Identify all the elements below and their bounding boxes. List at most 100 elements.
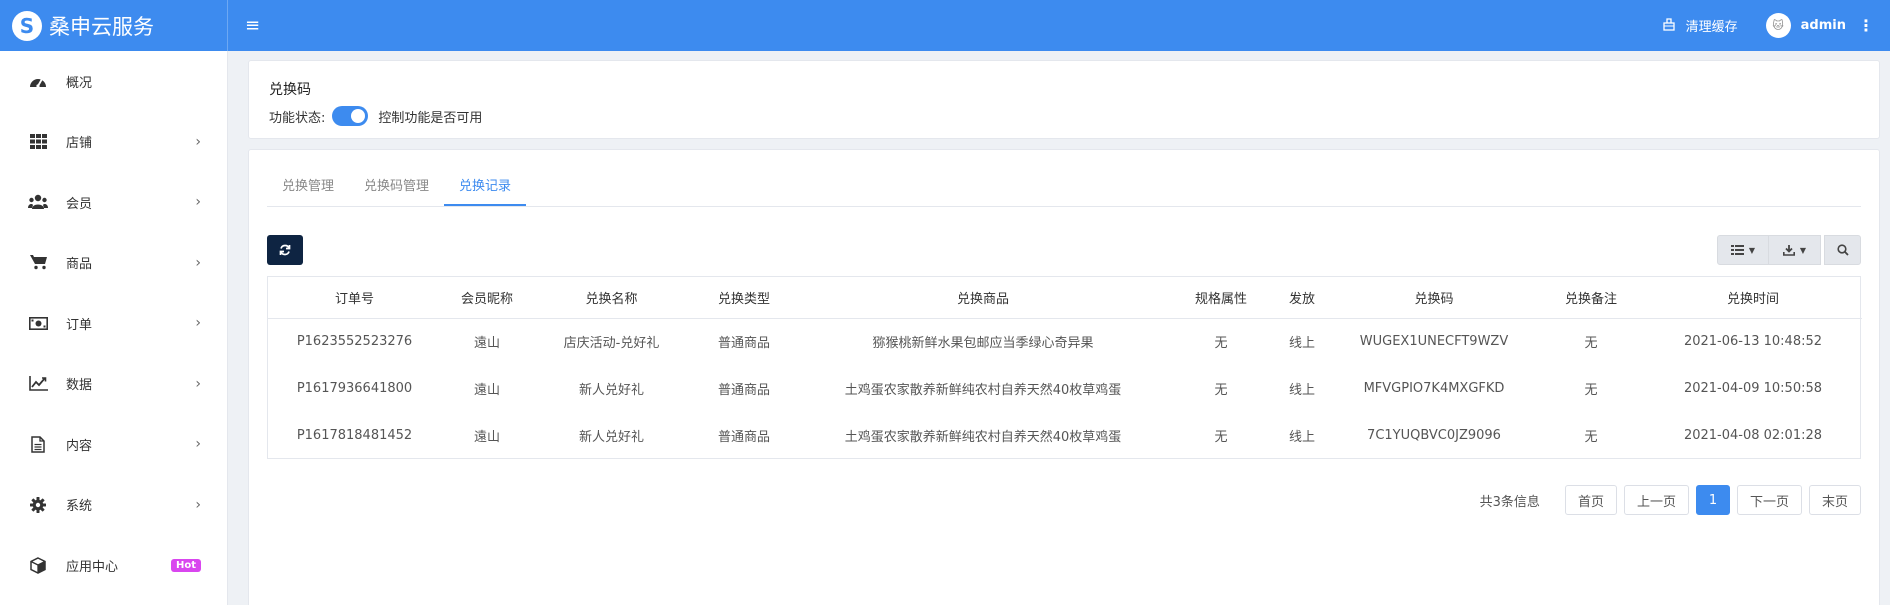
table-cell: 新人兑好礼 <box>578 430 644 445</box>
table-cell: 遠山 <box>473 336 500 352</box>
tab-code-management[interactable]: 兑换码管理 <box>349 168 444 206</box>
sidebar-item-store[interactable]: 店铺 › <box>0 112 227 173</box>
sidebar-item-label: 店铺 <box>66 136 93 152</box>
prev-page-button[interactable]: 上一页 <box>1623 485 1689 515</box>
feature-toggle-switch[interactable] <box>332 106 369 126</box>
table-toolbar: ▼ ▼ <box>1717 235 1861 265</box>
column-header[interactable]: 兑换类型 <box>690 277 798 319</box>
next-page-button[interactable]: 下一页 <box>1736 485 1802 515</box>
column-header[interactable]: 兑换码 <box>1330 277 1538 319</box>
column-header[interactable]: 规格属性 <box>1168 277 1274 319</box>
table-cell: 遠山 <box>473 430 500 445</box>
table-cell: 线上 <box>1288 383 1315 398</box>
user-name[interactable]: admin <box>1801 18 1846 33</box>
sidebar-item-label: 商品 <box>66 257 93 273</box>
tab-exchange-management[interactable]: 兑换管理 <box>267 168 349 206</box>
sidebar-item-members[interactable]: 会员 › <box>0 172 227 233</box>
table-cell: 遠山 <box>473 383 500 398</box>
table-cell: 无 <box>1214 383 1228 398</box>
sidebar-item-system[interactable]: 系统 › <box>0 475 227 536</box>
sidebar-item-app-center[interactable]: 应用中心 Hot <box>0 535 227 596</box>
table-cell: 无 <box>1584 430 1598 445</box>
brand-title: 桑申云服务 <box>49 14 154 39</box>
table-cell: WUGEX1UNECFT9WZV <box>1359 334 1509 350</box>
feature-title: 兑换码 <box>269 82 311 98</box>
table-cell: MFVGPIO7K4MXGFKD <box>1363 381 1505 396</box>
document-icon <box>28 434 48 454</box>
table-cell: 土鸡蛋农家散养新鲜纯农村自养天然40枚草鸡蛋 <box>844 430 1122 445</box>
table-cell: 2021-06-13 10:48:52 <box>1683 334 1823 350</box>
sidebar-item-label: 会员 <box>66 196 93 212</box>
table-cell: 无 <box>1214 336 1228 352</box>
column-header[interactable]: 兑换名称 <box>533 277 690 319</box>
sidebar-item-overview[interactable]: 概况 <box>0 51 227 112</box>
table-cell: 普通商品 <box>717 336 770 352</box>
clear-cache-label: 清理缓存 <box>1685 20 1738 35</box>
table-cell: 2021-04-09 10:50:58 <box>1683 381 1823 396</box>
column-header[interactable]: 兑换商品 <box>798 277 1168 319</box>
export-dropdown-button[interactable]: ▼ <box>1769 235 1821 265</box>
first-page-button[interactable]: 首页 <box>1564 485 1617 515</box>
column-header[interactable]: 订单号 <box>268 277 441 319</box>
refresh-button[interactable] <box>267 235 303 265</box>
money-icon <box>28 313 48 333</box>
table-row[interactable]: P1617818481452 遠山 新人兑好礼 普通商品 土鸡蛋农家散养新鲜纯农… <box>268 412 1862 459</box>
chevron-right-icon: › <box>195 315 201 332</box>
sidebar-item-label: 应用中心 <box>66 559 119 575</box>
more-vertical-icon[interactable]: ⋮ <box>1858 16 1874 35</box>
column-header[interactable]: 发放 <box>1274 277 1330 319</box>
table-row[interactable]: P1617936641800 遠山 新人兑好礼 普通商品 土鸡蛋农家散养新鲜纯农… <box>268 365 1862 412</box>
brand-logo-icon: S <box>12 10 42 41</box>
chevron-right-icon: › <box>195 194 201 211</box>
cube-icon <box>28 555 48 575</box>
sidebar-item-label: 系统 <box>66 499 93 515</box>
chevron-right-icon: › <box>195 496 201 513</box>
menu-toggle-icon[interactable]: ≡ <box>245 15 260 36</box>
feature-card: 兑换码 功能状态: 控制功能是否可用 <box>248 60 1880 139</box>
sidebar-item-data[interactable]: 数据 › <box>0 354 227 415</box>
sidebar-item-label: 订单 <box>66 317 93 333</box>
table-cell: 无 <box>1214 430 1228 445</box>
avatar[interactable]: 🐱 <box>1765 13 1791 38</box>
status-hint: 控制功能是否可用 <box>378 110 483 126</box>
sidebar-item-products[interactable]: 商品 › <box>0 233 227 294</box>
pagination: 共3条信息 首页 上一页 1 下一页 末页 <box>1480 485 1861 515</box>
table-cell: 土鸡蛋农家散养新鲜纯农村自养天然40枚草鸡蛋 <box>844 383 1122 398</box>
clear-cache-button[interactable]: 清理缓存 <box>1662 16 1738 35</box>
caret-down-icon: ▼ <box>1748 245 1756 255</box>
current-page-button[interactable]: 1 <box>1695 485 1730 515</box>
columns-dropdown-button[interactable]: ▼ <box>1717 235 1769 265</box>
grid-icon <box>28 132 48 152</box>
gear-icon <box>28 495 48 515</box>
top-header: S 桑申云服务 ≡ 清理缓存 🐱 admin ⋮ <box>0 0 1890 51</box>
table-cell: 线上 <box>1288 336 1315 352</box>
table-cell: 无 <box>1584 383 1598 398</box>
sidebar-item-label: 概况 <box>66 75 93 91</box>
chevron-right-icon: › <box>195 254 201 271</box>
table-cell: 普通商品 <box>717 430 770 445</box>
records-table: 订单号 会员昵称 兑换名称 兑换类型 兑换商品 规格属性 发放 兑换码 兑换备注… <box>267 276 1862 459</box>
records-card: 兑换管理 兑换码管理 兑换记录 ▼ ▼ 订单号 会员昵称 兑换名称 兑换类型 兑… <box>248 149 1880 605</box>
column-header[interactable]: 会员昵称 <box>441 277 533 319</box>
tab-exchange-records[interactable]: 兑换记录 <box>444 168 527 206</box>
header-actions: 清理缓存 🐱 admin ⋮ <box>1662 13 1890 38</box>
search-icon <box>1836 244 1849 256</box>
table-row[interactable]: P1623552523276 遠山 店庆活动-兑好礼 普通商品 猕猴桃新鲜水果包… <box>268 318 1862 365</box>
cart-icon <box>28 253 48 273</box>
column-header[interactable]: 兑换时间 <box>1644 277 1862 319</box>
last-page-button[interactable]: 末页 <box>1808 485 1861 515</box>
table-cell: 2021-04-08 02:01:28 <box>1683 428 1823 443</box>
table-cell: P1617936641800 <box>296 381 413 396</box>
column-header[interactable]: 兑换备注 <box>1538 277 1644 319</box>
sidebar-item-orders[interactable]: 订单 › <box>0 293 227 354</box>
table-cell: 无 <box>1584 336 1598 352</box>
brand[interactable]: S 桑申云服务 <box>0 0 228 51</box>
sidebar-item-content[interactable]: 内容 › <box>0 414 227 475</box>
refresh-icon <box>279 244 291 256</box>
search-button[interactable] <box>1824 235 1861 265</box>
table-cell: 新人兑好礼 <box>578 383 644 398</box>
table-cell: 7C1YUQBVC0JZ9096 <box>1367 428 1501 443</box>
chevron-right-icon: › <box>195 436 201 453</box>
users-icon <box>28 192 48 212</box>
chart-icon <box>28 374 48 394</box>
